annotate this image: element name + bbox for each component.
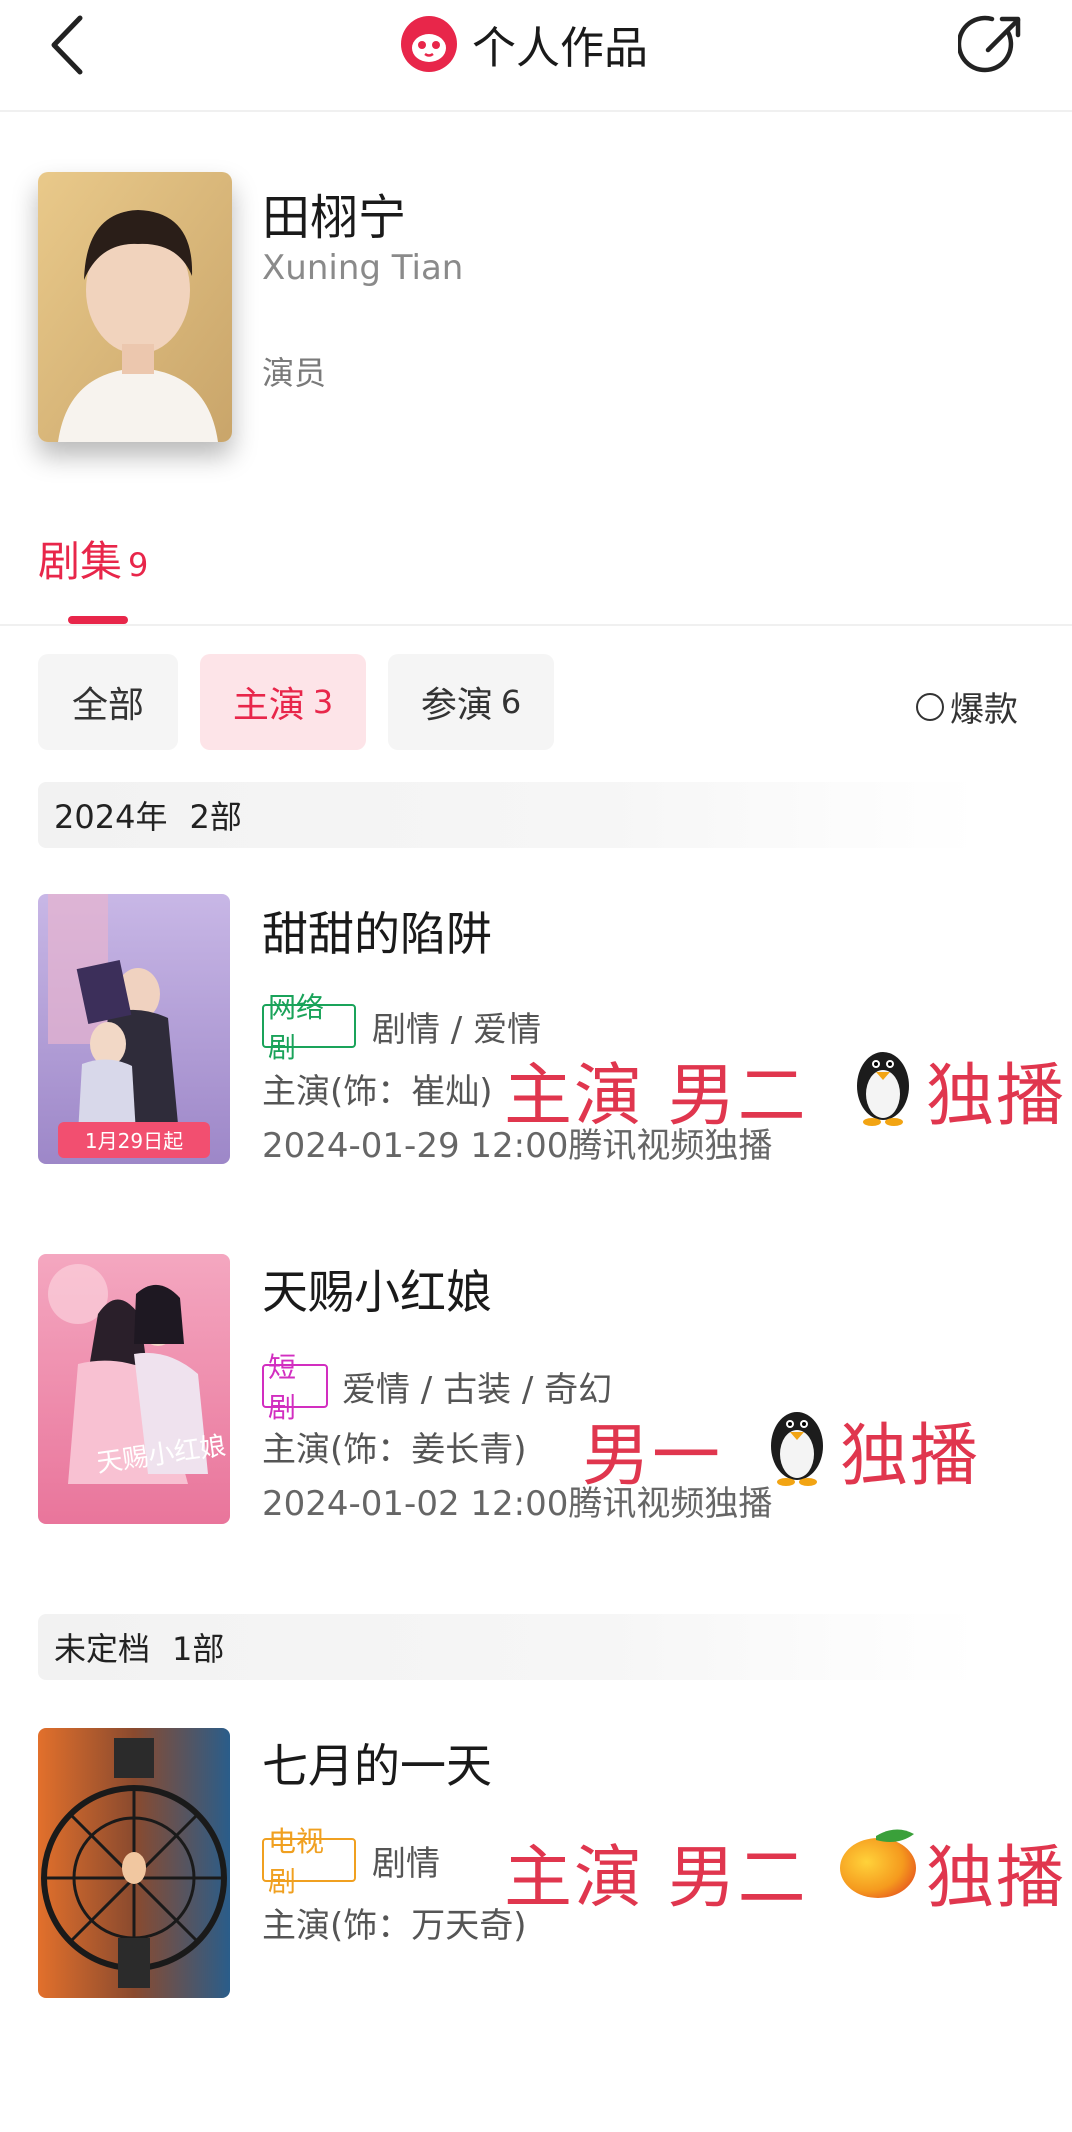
chevron-left-icon xyxy=(51,15,83,75)
tab-label: 剧集 xyxy=(38,537,123,586)
actor-avatar xyxy=(38,172,232,442)
actor-role: 演员 xyxy=(262,354,327,392)
back-button[interactable] xyxy=(40,10,100,80)
year-label: 2024年 xyxy=(54,798,168,836)
tab-divider xyxy=(0,624,1072,626)
tab-series[interactable]: 剧集 9 xyxy=(38,528,148,589)
filter-count: 3 xyxy=(312,683,334,721)
actor-name: 田栩宁 xyxy=(262,190,407,246)
type-badge: 电视剧 xyxy=(262,1825,356,1898)
show-genres: 爱情 / 古装 / 奇幻 xyxy=(342,1370,613,1410)
show-title[interactable]: 天赐小红娘 xyxy=(262,1256,492,1322)
share-button[interactable] xyxy=(956,10,1028,80)
radio-icon xyxy=(916,692,944,721)
cat-logo-icon xyxy=(401,16,457,72)
show-title[interactable]: 甜甜的陷阱 xyxy=(262,898,492,964)
mango-icon xyxy=(836,1820,920,1904)
annotation-exclusive: 独播 xyxy=(840,1417,981,1496)
page-title: 个人作品 xyxy=(472,23,648,74)
annotation-role: 主演 男二 xyxy=(504,1057,808,1136)
tab-active-indicator xyxy=(68,616,128,624)
actor-name-english: Xuning Tian xyxy=(262,248,464,288)
show-poster[interactable]: 1月29日起 xyxy=(38,894,230,1164)
show-role: 主演(饰：姜长青) xyxy=(262,1430,527,1470)
filter-lead[interactable]: 主演 3 xyxy=(200,654,366,750)
penguin-icon xyxy=(846,1040,920,1126)
show-poster[interactable]: 天赐小红娘 xyxy=(38,1254,230,1524)
filter-all[interactable]: 全部 xyxy=(38,654,178,750)
header-title-group: 个人作品 xyxy=(400,8,648,80)
annotation-exclusive: 独播 xyxy=(926,1839,1067,1918)
show-poster[interactable] xyxy=(38,1728,230,1998)
show-genres: 剧情 xyxy=(372,1844,440,1884)
type-badge: 网络剧 xyxy=(262,991,356,1064)
show-role: 主演(饰：万天奇) xyxy=(262,1906,527,1946)
filter-supporting[interactable]: 参演 6 xyxy=(388,654,554,750)
annotation-role: 主演 男二 xyxy=(504,1839,808,1918)
type-badge: 短剧 xyxy=(262,1351,328,1424)
share-icon xyxy=(956,15,1021,73)
annotation-role: 男一 xyxy=(582,1417,723,1496)
annotation-exclusive: 独播 xyxy=(926,1057,1067,1136)
year-count: 1部 xyxy=(172,1630,225,1668)
filter-label: 参演 xyxy=(420,685,493,726)
show-role: 主演(饰：崔灿) xyxy=(262,1072,493,1112)
filter-label: 全部 xyxy=(71,685,144,726)
year-section-header: 2024年 2部 xyxy=(38,782,978,848)
penguin-icon xyxy=(760,1400,834,1486)
filter-count: 6 xyxy=(500,683,522,721)
app-header: 个人作品 xyxy=(0,0,1072,112)
hot-filter-toggle[interactable]: 爆款 xyxy=(916,682,1018,731)
hot-filter-label: 爆款 xyxy=(950,690,1018,730)
poster-date-text: 1月29日起 xyxy=(85,1129,183,1153)
tab-count: 9 xyxy=(128,546,149,584)
year-count: 2部 xyxy=(189,798,242,836)
year-section-header: 未定档 1部 xyxy=(38,1614,978,1680)
year-label: 未定档 xyxy=(54,1630,151,1668)
filter-label: 主演 xyxy=(232,685,305,726)
show-title[interactable]: 七月的一天 xyxy=(262,1730,492,1796)
